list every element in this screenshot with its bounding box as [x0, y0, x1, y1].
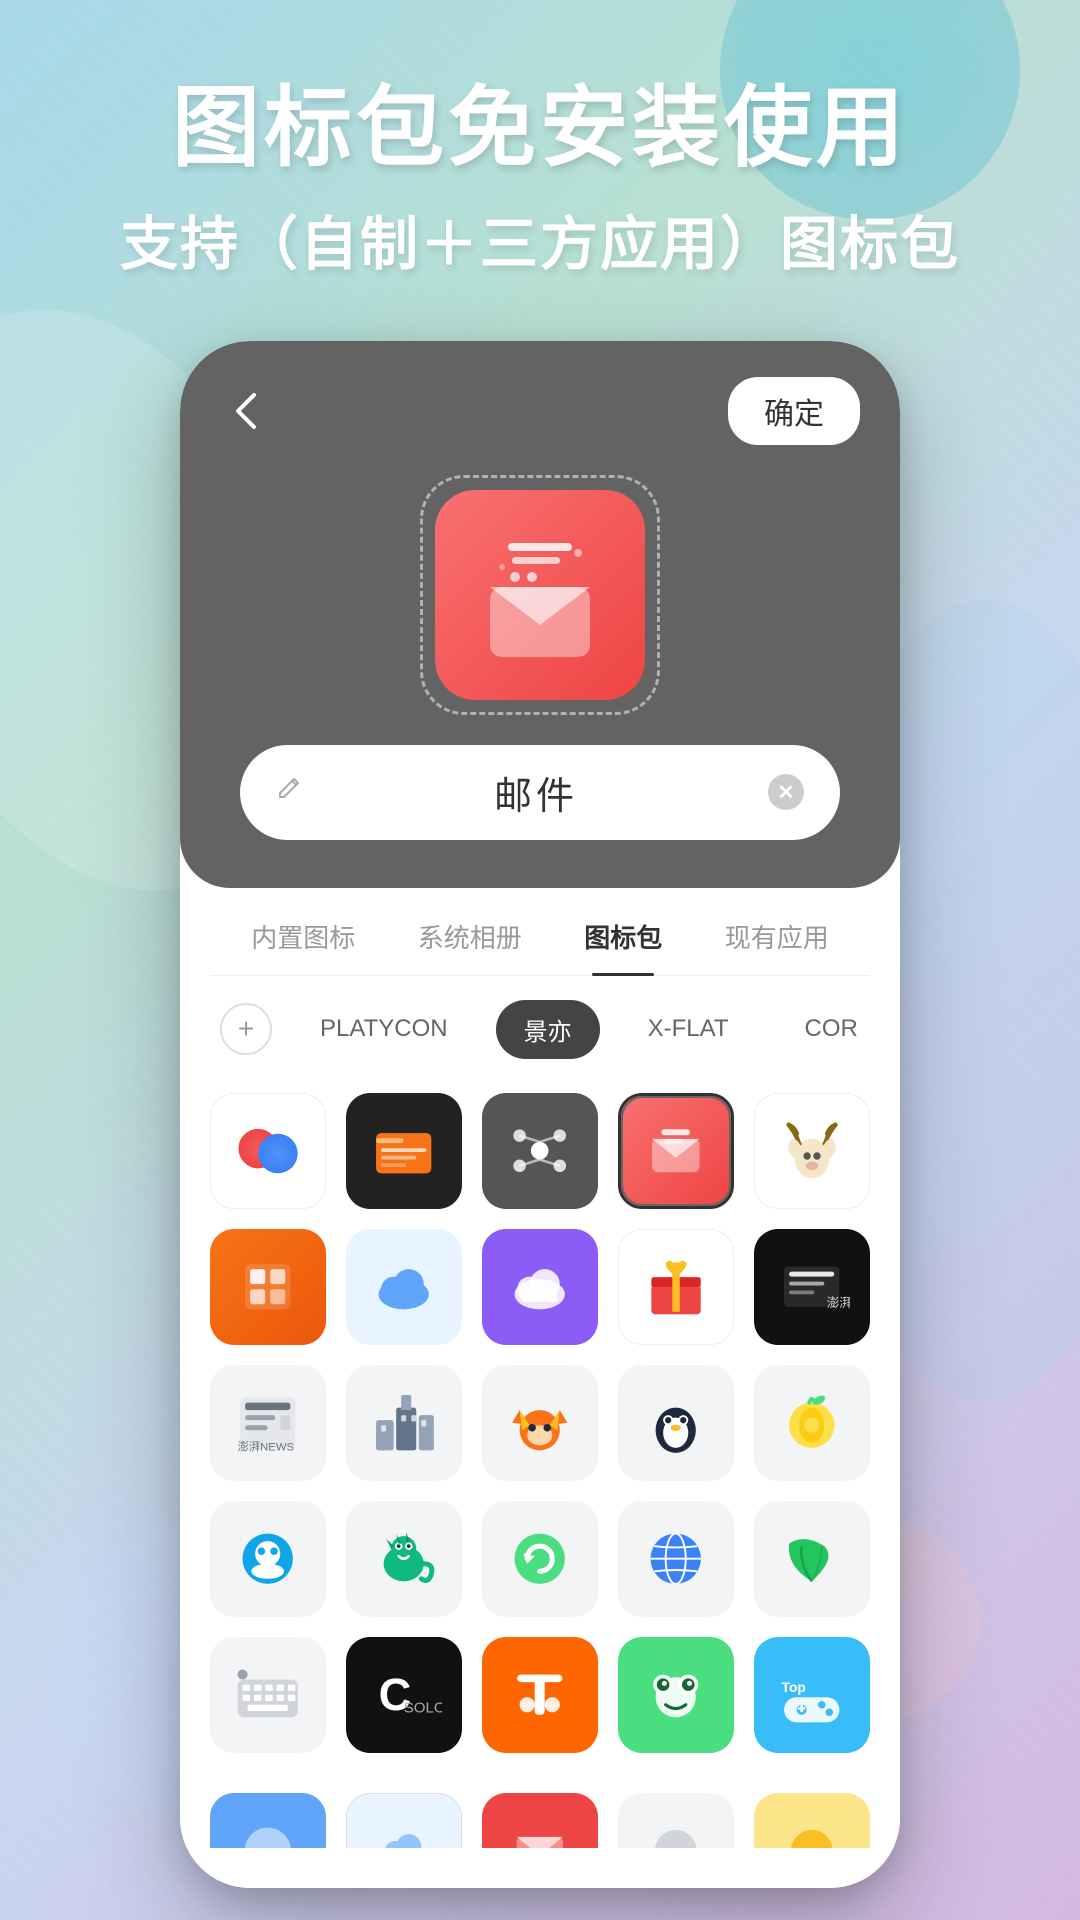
icon-mail-selected[interactable]: [618, 1093, 734, 1209]
svg-text:澎湃: 澎湃: [827, 1296, 850, 1310]
back-button[interactable]: [220, 385, 272, 437]
icon-penguin[interactable]: [618, 1365, 734, 1481]
icon-office[interactable]: [210, 1229, 326, 1345]
icon-preview-image: [435, 490, 645, 700]
app-name-text: 邮件: [320, 765, 752, 820]
filter-xflat[interactable]: X-FLAT: [620, 1003, 757, 1055]
tab-apps[interactable]: 现有应用: [725, 918, 829, 975]
edit-icon: [276, 775, 304, 810]
icon-refresh[interactable]: [482, 1501, 598, 1617]
phone-container: 确定: [0, 341, 1080, 1888]
icon-cloud-purple[interactable]: [482, 1229, 598, 1345]
svg-text:SOLOOP: SOLOOP: [404, 1699, 442, 1716]
partial-icon-2[interactable]: [346, 1793, 462, 1848]
icon-building[interactable]: [346, 1365, 462, 1481]
phone-top-area: 确定: [180, 341, 900, 888]
clear-button[interactable]: ✕: [768, 774, 804, 810]
icon-taobao[interactable]: [482, 1637, 598, 1753]
icon-cloud-light[interactable]: [346, 1229, 462, 1345]
icon-pingpong[interactable]: [210, 1093, 326, 1209]
confirm-button[interactable]: 确定: [728, 377, 860, 445]
title-main: 图标包免安装使用: [0, 80, 1080, 177]
icon-dino[interactable]: [346, 1501, 462, 1617]
filter-add-button[interactable]: +: [220, 1003, 272, 1055]
tabs-row: 内置图标 系统相册 图标包 现有应用: [210, 888, 870, 976]
filter-jingyi[interactable]: 景亦: [496, 1000, 600, 1059]
partial-icon-1[interactable]: [210, 1793, 326, 1848]
icon-qq[interactable]: [210, 1501, 326, 1617]
icon-soloop[interactable]: C SOLOOP: [346, 1637, 462, 1753]
icon-globe[interactable]: [618, 1501, 734, 1617]
filter-cor[interactable]: COR: [777, 1003, 871, 1055]
icon-preview-wrapper: [420, 475, 660, 715]
icon-pengpai[interactable]: 澎湃: [754, 1229, 870, 1345]
icon-news[interactable]: 澎湃NEWS: [210, 1365, 326, 1481]
phone-bottom-area: 内置图标 系统相册 图标包 现有应用 + PLATYCON 景亦 X-FLAT …: [180, 888, 900, 1888]
icon-leaf[interactable]: [754, 1501, 870, 1617]
svg-text:Top: Top: [782, 1679, 806, 1695]
filter-platycon[interactable]: PLATYCON: [292, 1003, 476, 1055]
tab-album[interactable]: 系统相册: [418, 918, 522, 975]
tab-builtin[interactable]: 内置图标: [251, 918, 355, 975]
icon-topgame[interactable]: Top: [754, 1637, 870, 1753]
tab-iconpack[interactable]: 图标包: [584, 918, 662, 975]
icon-gift[interactable]: [618, 1229, 734, 1345]
icon-myfile[interactable]: [346, 1093, 462, 1209]
name-input-field[interactable]: 邮件 ✕: [240, 745, 840, 840]
icon-fox[interactable]: [482, 1365, 598, 1481]
icon-preview-area: [220, 475, 860, 715]
phone-nav: 确定: [220, 377, 860, 445]
icon-animal[interactable]: [754, 1093, 870, 1209]
svg-text:澎湃NEWS: 澎湃NEWS: [238, 1440, 295, 1453]
mail-app-icon: [460, 515, 620, 675]
partial-icon-row: [210, 1783, 870, 1848]
phone-mockup: 确定: [180, 341, 900, 1888]
icon-keyboard[interactable]: [210, 1637, 326, 1753]
icon-frog[interactable]: [618, 1637, 734, 1753]
header-area: 图标包免安装使用 支持（自制＋三方应用）图标包: [0, 0, 1080, 281]
title-sub: 支持（自制＋三方应用）图标包: [0, 197, 1080, 281]
partial-icon-3[interactable]: [482, 1793, 598, 1848]
icon-molecule[interactable]: [482, 1093, 598, 1209]
partial-icon-4[interactable]: [618, 1793, 734, 1848]
filter-row: + PLATYCON 景亦 X-FLAT COR: [210, 976, 870, 1083]
partial-icon-5[interactable]: [754, 1793, 870, 1848]
icon-lemon[interactable]: [754, 1365, 870, 1481]
icon-grid: 澎湃 澎湃NEWS: [210, 1083, 870, 1763]
